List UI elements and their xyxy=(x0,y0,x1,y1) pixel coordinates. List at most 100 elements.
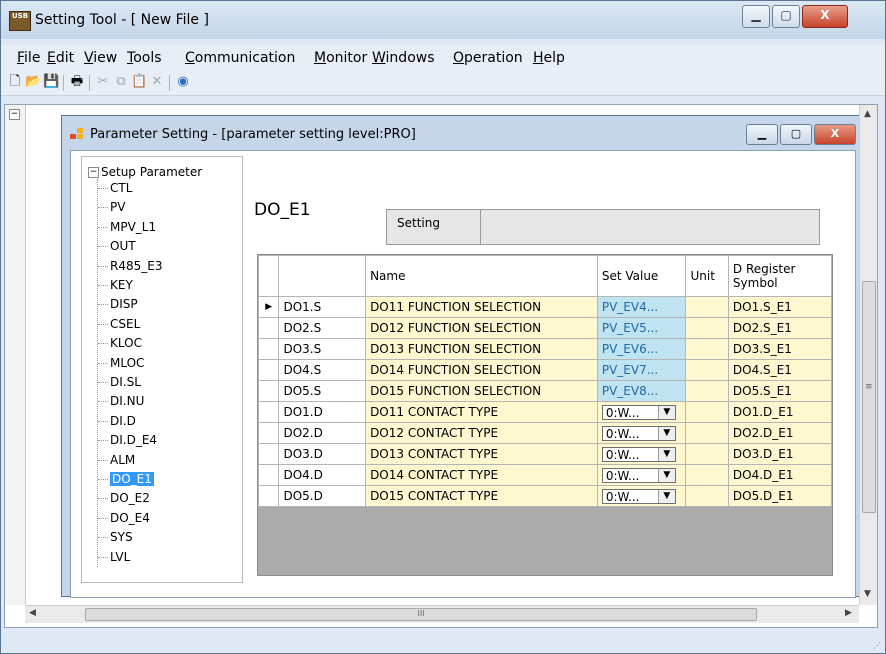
tree-item[interactable]: R485_E3 xyxy=(98,259,165,273)
delete-icon[interactable]: ✕ xyxy=(149,74,165,90)
dropdown-arrow-icon[interactable]: ▼ xyxy=(657,426,675,440)
child-restore-button[interactable]: ▢ xyxy=(780,124,812,145)
menu-item[interactable]: Tools xyxy=(127,50,162,66)
tree-item[interactable]: DI.D xyxy=(98,414,139,428)
tree-item[interactable]: DO_E4 xyxy=(98,511,153,525)
tree-item[interactable]: OUT xyxy=(98,239,139,253)
table-row[interactable]: DO5.S DO15 FUNCTION SELECTION PV_EV8... DO5… xyxy=(257,380,833,402)
name-column-header[interactable]: Name xyxy=(365,255,598,297)
unit-column-header[interactable]: Unit xyxy=(685,255,729,297)
dropdown-arrow-icon[interactable]: ▼ xyxy=(657,447,675,461)
dropdown-arrow-icon[interactable]: ▼ xyxy=(657,405,675,419)
scroll-up-icon[interactable]: ▲ xyxy=(864,109,871,119)
menu-item[interactable]: Help xyxy=(533,50,565,66)
tree-item[interactable]: MLOC xyxy=(98,356,147,370)
symbol-column-header[interactable]: D Register Symbol xyxy=(727,255,833,297)
set-value-cell[interactable]: PV_EV4... xyxy=(596,296,687,318)
connect-icon[interactable]: ◉ xyxy=(175,74,191,90)
scroll-down-icon[interactable]: ▼ xyxy=(864,589,871,599)
table-row[interactable]: DO4.D DO14 CONTACT TYPE 0:W... ▼ DO4.D_E1 xyxy=(257,464,833,486)
table-row[interactable]: DO2.S DO12 FUNCTION SELECTION PV_EV5... DO2… xyxy=(257,317,833,339)
scroll-left-icon[interactable]: ◀ xyxy=(29,608,36,618)
child-close-button[interactable]: X xyxy=(814,124,856,145)
tree-item[interactable]: CTL xyxy=(98,181,135,195)
menu-item[interactable]: File xyxy=(17,50,40,66)
menu-item[interactable]: Edit xyxy=(47,50,74,66)
dropdown-arrow-icon[interactable]: ▼ xyxy=(657,489,675,503)
row-header[interactable] xyxy=(257,317,280,339)
tree-item[interactable]: KLOC xyxy=(98,336,145,350)
row-header[interactable] xyxy=(257,485,280,507)
tree-item[interactable]: PV xyxy=(98,200,128,214)
table-row[interactable]: DO5.D DO15 CONTACT TYPE 0:W... ▼ DO5.D_E1 xyxy=(257,485,833,507)
tree-collapse-icon[interactable]: − xyxy=(88,167,99,178)
set-value-cell[interactable]: PV_EV6... xyxy=(596,338,687,360)
new-file-icon[interactable]: 🗋 xyxy=(7,74,23,90)
set-value-dropdown[interactable]: 0:W... ▼ xyxy=(601,425,676,441)
save-icon[interactable]: 💾 xyxy=(43,74,59,90)
menu-item[interactable]: View xyxy=(84,50,117,66)
table-row[interactable]: DO3.D DO13 CONTACT TYPE 0:W... ▼ DO3.D_E1 xyxy=(257,443,833,465)
menu-item[interactable]: Operation xyxy=(453,50,523,66)
vertical-scroll-thumb[interactable]: ≡ xyxy=(862,281,876,513)
tree-item[interactable]: KEY xyxy=(98,278,136,292)
row-header[interactable]: ▶ xyxy=(257,296,280,318)
title-bar[interactable]: USB Setting Tool - [ New File ] ▁ ▢ X xyxy=(1,1,885,39)
set-value-dropdown[interactable]: 0:W... ▼ xyxy=(601,404,676,420)
set-value-cell[interactable]: 0:W... ▼ xyxy=(596,443,687,465)
row-header[interactable] xyxy=(257,359,280,381)
table-row[interactable]: DO1.D DO11 CONTACT TYPE 0:W... ▼ DO1.D_E1 xyxy=(257,401,833,423)
maximize-button[interactable]: ▢ xyxy=(772,5,800,28)
dropdown-arrow-icon[interactable]: ▼ xyxy=(657,468,675,482)
table-row[interactable]: DO3.S DO13 FUNCTION SELECTION PV_EV6... DO3… xyxy=(257,338,833,360)
set-value-cell[interactable]: 0:W... ▼ xyxy=(596,422,687,444)
set-value-dropdown[interactable]: 0:W... ▼ xyxy=(601,467,676,483)
tree-item[interactable]: SYS xyxy=(98,530,136,544)
table-row[interactable]: DO2.D DO12 CONTACT TYPE 0:W... ▼ DO2.D_E1 xyxy=(257,422,833,444)
tree-item[interactable]: DI.D_E4 xyxy=(98,433,160,447)
vertical-scrollbar[interactable]: ▲ ≡ ▼ xyxy=(859,105,877,605)
set-value-dropdown[interactable]: 0:W... ▼ xyxy=(601,446,676,462)
tree-item[interactable]: DI.NU xyxy=(98,394,147,408)
menu-item[interactable]: Communication xyxy=(185,50,295,66)
scroll-right-icon[interactable]: ▶ xyxy=(845,608,852,618)
minimize-button[interactable]: ▁ xyxy=(742,5,770,28)
tree-root[interactable]: − Setup Parameter xyxy=(88,165,202,179)
collapse-icon[interactable]: − xyxy=(9,109,20,120)
close-button[interactable]: X xyxy=(802,5,848,28)
tree-item[interactable]: DI.SL xyxy=(98,375,144,389)
tree-item[interactable]: ALM xyxy=(98,453,138,467)
set-value-column-header[interactable]: Set Value xyxy=(596,255,687,297)
print-icon[interactable]: 🖶 xyxy=(69,74,85,90)
row-header[interactable] xyxy=(257,401,280,423)
tree-item[interactable]: CSEL xyxy=(98,317,143,331)
horizontal-scroll-thumb[interactable]: III xyxy=(85,608,757,621)
child-minimize-button[interactable]: ▁ xyxy=(746,124,778,145)
paste-icon[interactable]: 📋 xyxy=(131,74,147,90)
row-header[interactable] xyxy=(257,464,280,486)
set-value-dropdown[interactable]: 0:W... ▼ xyxy=(601,488,676,504)
set-value-cell[interactable]: 0:W... ▼ xyxy=(596,485,687,507)
tree-item[interactable]: DO_E2 xyxy=(98,491,153,505)
menu-item[interactable]: Windows xyxy=(372,50,435,66)
resize-grip-icon[interactable]: ⋰ xyxy=(873,641,881,650)
cut-icon[interactable]: ✂ xyxy=(95,74,111,90)
row-header[interactable] xyxy=(257,422,280,444)
copy-icon[interactable]: ⧉ xyxy=(113,74,129,90)
child-title-bar[interactable]: Parameter Setting - [parameter setting l… xyxy=(62,116,862,150)
row-header[interactable] xyxy=(257,443,280,465)
set-value-cell[interactable]: PV_EV7... xyxy=(596,359,687,381)
row-header[interactable] xyxy=(257,338,280,360)
table-row[interactable]: DO4.S DO14 FUNCTION SELECTION PV_EV7... DO4… xyxy=(257,359,833,381)
row-header[interactable] xyxy=(257,380,280,402)
set-value-cell[interactable]: 0:W... ▼ xyxy=(596,464,687,486)
horizontal-scrollbar[interactable]: ◀ III ▶ xyxy=(25,605,859,623)
set-value-cell[interactable]: PV_EV8... xyxy=(596,380,687,402)
tree-item[interactable]: MPV_L1 xyxy=(98,220,159,234)
set-value-cell[interactable]: 0:W... ▼ xyxy=(596,401,687,423)
tree-item[interactable]: LVL xyxy=(98,550,133,564)
menu-item[interactable]: Monitor xyxy=(314,50,367,66)
tree-item[interactable]: DO_E1 xyxy=(98,471,157,487)
tree-item[interactable]: DISP xyxy=(98,297,141,311)
set-value-cell[interactable]: PV_EV5... xyxy=(596,317,687,339)
